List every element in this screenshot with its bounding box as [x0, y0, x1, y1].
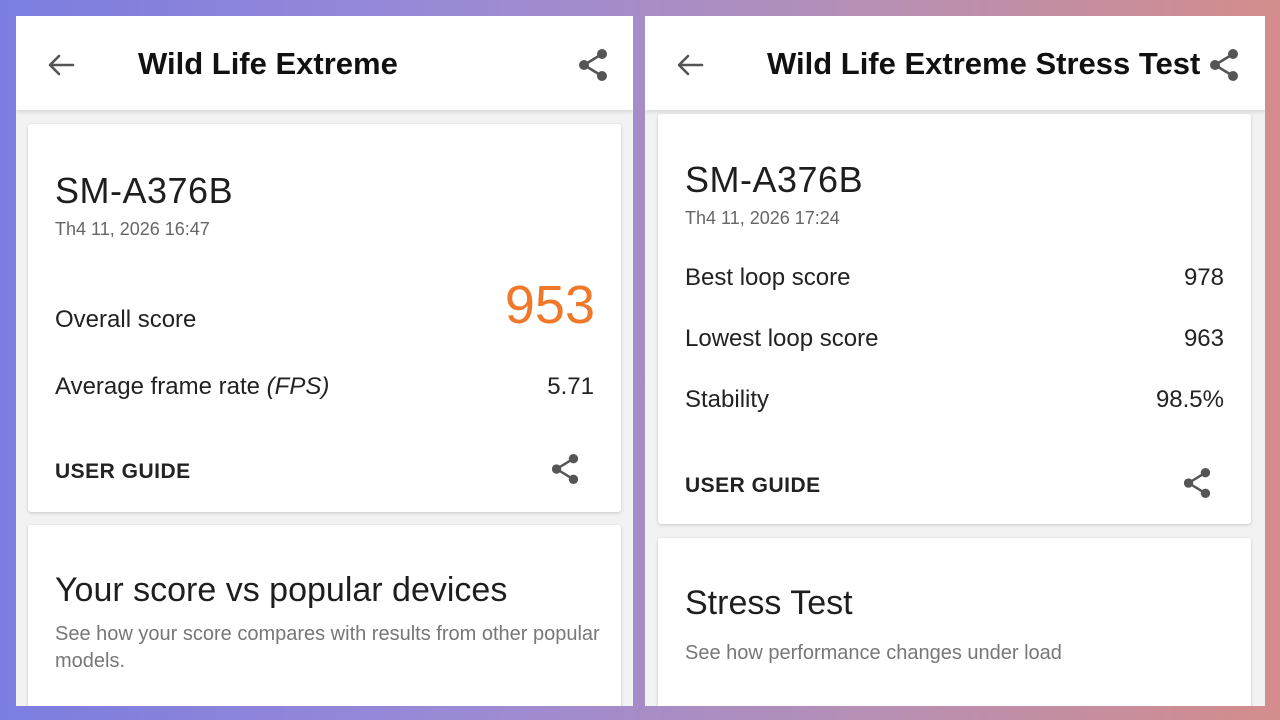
result-date: Th4 11, 2026 16:47	[55, 219, 210, 239]
stress-result-card: SM-A376B Th4 11, 2026 17:24 Best loop sc…	[658, 114, 1251, 524]
stress-test-title: Stress Test	[685, 584, 853, 622]
stress-test-description: See how performance changes under load	[685, 642, 1062, 664]
compare-description: See how your score compares with results…	[55, 623, 600, 672]
share-icon[interactable]	[1207, 48, 1241, 82]
stress-test-card[interactable]: Stress Test See how performance changes …	[658, 538, 1251, 706]
page-title: Wild Life Extreme	[138, 46, 398, 81]
compare-title: Your score vs popular devices	[55, 571, 508, 609]
result-card: SM-A376B Th4 11, 2026 16:47 Overall scor…	[28, 124, 621, 512]
lowest-loop-label: Lowest loop score	[685, 325, 879, 352]
lowest-loop-value: 963	[1183, 325, 1224, 352]
fps-value: 5.71	[547, 373, 594, 400]
device-name: SM-A376B	[55, 170, 234, 211]
right-panel: Wild Life Extreme Stress Test SM-A376B T…	[645, 16, 1265, 706]
page-title: Wild Life Extreme Stress Test	[767, 46, 1201, 81]
overall-score-value: 953	[504, 275, 595, 335]
overall-score-label: Overall score	[55, 306, 197, 333]
stability-value: 98.5%	[1155, 386, 1224, 413]
share-icon[interactable]	[1180, 466, 1214, 500]
best-loop-label: Best loop score	[685, 264, 851, 291]
compare-card[interactable]: Your score vs popular devices See how yo…	[28, 525, 621, 706]
share-icon[interactable]	[548, 452, 582, 486]
user-guide-link[interactable]: USER GUIDE	[55, 460, 191, 484]
left-panel: Wild Life Extreme SM-A376B Th4 11, 2026 …	[16, 16, 633, 706]
stability-label: Stability	[685, 386, 770, 413]
left-app-bar: Wild Life Extreme	[16, 16, 633, 110]
right-app-bar: Wild Life Extreme Stress Test	[645, 16, 1265, 110]
fps-label-text: Average frame rate	[55, 373, 267, 400]
device-name: SM-A376B	[685, 159, 864, 200]
user-guide-link[interactable]: USER GUIDE	[685, 474, 821, 498]
back-arrow-icon[interactable]	[46, 50, 76, 80]
fps-label: Average frame rate (FPS)	[55, 373, 329, 401]
share-icon[interactable]	[576, 48, 610, 82]
best-loop-value: 978	[1183, 264, 1224, 291]
fps-label-unit: (FPS)	[266, 373, 330, 400]
result-date: Th4 11, 2026 17:24	[685, 208, 840, 228]
back-arrow-icon[interactable]	[675, 50, 705, 80]
